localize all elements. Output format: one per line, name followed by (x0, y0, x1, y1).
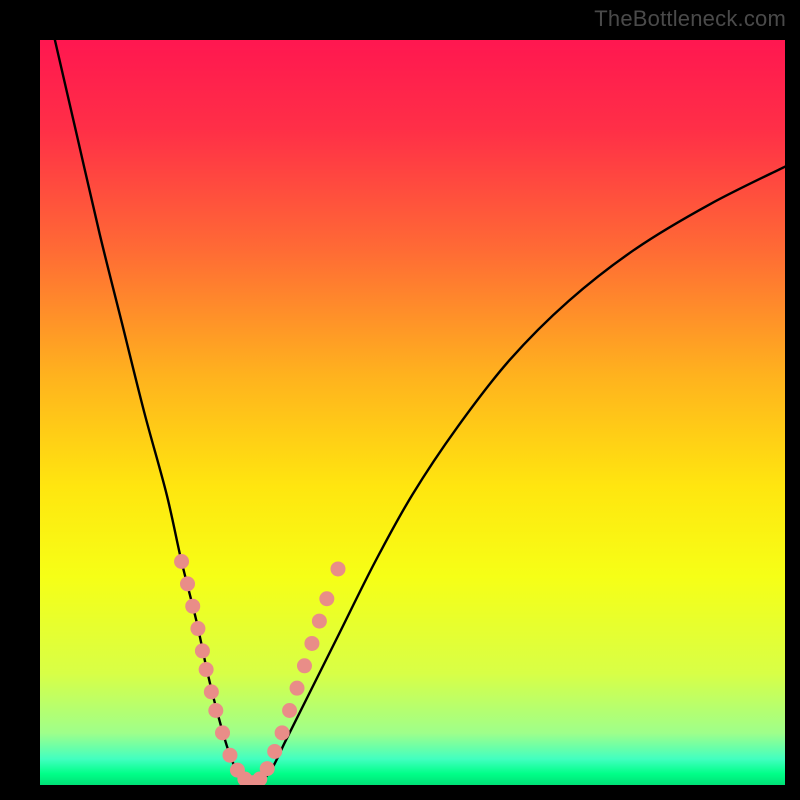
curve-marker (185, 599, 200, 614)
frame-right (785, 0, 800, 800)
frame-left (0, 0, 40, 800)
frame-bottom (0, 785, 800, 800)
curve-marker (267, 744, 282, 759)
curve-marker (297, 658, 312, 673)
curve-marker (312, 614, 327, 629)
curve-marker (199, 662, 214, 677)
curve-marker (190, 621, 205, 636)
attribution-text: TheBottleneck.com (594, 6, 786, 32)
curve-marker (282, 703, 297, 718)
curve-marker (204, 684, 219, 699)
curve-marker (215, 725, 230, 740)
curve-marker (174, 554, 189, 569)
curve-marker (260, 761, 275, 776)
curve-markers (174, 554, 345, 785)
bottleneck-curve (55, 40, 785, 785)
curve-marker (304, 636, 319, 651)
curve-marker (180, 576, 195, 591)
plot-area (40, 40, 785, 785)
curve-marker (222, 748, 237, 763)
curve-marker (275, 725, 290, 740)
curve-marker (290, 681, 305, 696)
chart-svg (40, 40, 785, 785)
curve-marker (195, 643, 210, 658)
curve-marker (319, 591, 334, 606)
curve-marker (331, 561, 346, 576)
curve-marker (208, 703, 223, 718)
